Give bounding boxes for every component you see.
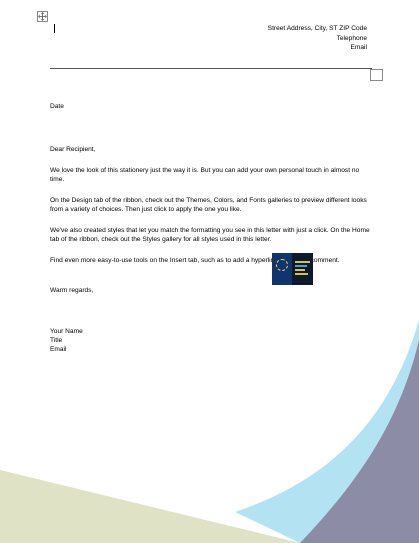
star-ring-icon [276, 259, 288, 271]
letter-page: Street Address, City, ST ZIP Code Teleph… [0, 0, 419, 543]
header-rule [50, 68, 372, 69]
signature-title[interactable]: Title [50, 336, 375, 345]
sender-email[interactable]: Email [268, 43, 368, 53]
sender-block[interactable]: Street Address, City, ST ZIP Code Teleph… [268, 24, 367, 53]
date-line[interactable]: Date [50, 102, 375, 111]
inserted-image-thumbnail[interactable] [272, 253, 313, 285]
sender-telephone[interactable]: Telephone [268, 34, 367, 44]
paragraph-1[interactable]: We love the look of this stationery just… [50, 166, 375, 184]
text-cursor [54, 24, 55, 33]
thumbnail-text-lines [295, 261, 310, 277]
signature-name[interactable]: Your Name [50, 327, 375, 336]
signature-block[interactable]: Your Name Title Email [50, 327, 375, 354]
salutation[interactable]: Dear Recipient, [50, 145, 375, 154]
decorative-swoosh [0, 320, 419, 543]
paragraph-4[interactable]: Find even more easy-to-use tools on the … [50, 256, 375, 265]
closing[interactable]: Warm regards, [50, 286, 375, 295]
shape-resize-handle[interactable] [370, 69, 383, 81]
paragraph-2[interactable]: On the Design tab of the ribbon, check o… [50, 196, 375, 214]
sender-address[interactable]: Street Address, City, ST ZIP Code [268, 24, 367, 34]
move-handle-icon[interactable] [37, 11, 48, 22]
signature-email[interactable]: Email [50, 345, 375, 354]
paragraph-3[interactable]: We've also created styles that let you m… [50, 226, 375, 244]
